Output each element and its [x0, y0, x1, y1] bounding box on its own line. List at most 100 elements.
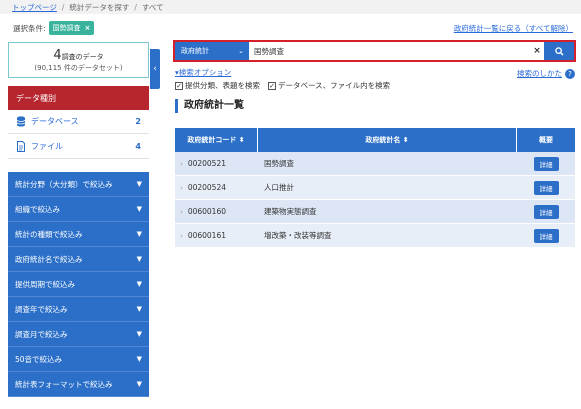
filter-list: 統計分野（大分類）で絞込み ▼ 組織で絞込み ▼ 統計の種類で絞込み ▼ 政府統計名で… [8, 172, 149, 397]
search-scope-select[interactable]: 政府統計 ⌄ [175, 42, 249, 60]
checkbox-label: データベース、ファイル内を検索 [278, 81, 391, 90]
filter-item-statistics-type[interactable]: 統計の種類で絞込み ▼ [8, 222, 149, 247]
clear-icon[interactable]: × [530, 42, 544, 60]
table-row[interactable]: › 00600160 建築物実態調査 詳細 [175, 200, 575, 224]
filter-item-kana[interactable]: 50音で絞込み ▼ [8, 347, 149, 372]
filter-item-category[interactable]: 統計分野（大分類）で絞込み ▼ [8, 172, 149, 197]
checkbox-label: 提供分類、表題を検索 [185, 81, 260, 90]
filter-label: 政府統計名で絞込み [15, 254, 83, 264]
table-row[interactable]: › 00200524 人口推計 詳細 [175, 176, 575, 200]
chevron-left-icon: ‹ [153, 64, 157, 74]
type-item-file[interactable]: ファイル 4 [8, 135, 149, 159]
breadcrumb-current: すべて [141, 2, 164, 12]
breadcrumb-home-link[interactable]: トップページ [12, 2, 57, 13]
breadcrumb-separator: / [134, 2, 137, 12]
filter-label: 統計の種類で絞込み [15, 229, 83, 239]
sidebar-collapse-button[interactable]: ‹ [150, 49, 160, 89]
result-count-box: 4調査のデータ (90,115 件のデータセット) [8, 42, 149, 78]
cell-code-value: 00600160 [187, 207, 226, 216]
page-title: 政府統計一覧 [175, 99, 244, 113]
header-code[interactable]: 政府統計コード ⬍ [175, 128, 258, 152]
condition-tag-label: 国勢調査 [52, 24, 81, 32]
chevron-down-icon: ▼ [136, 330, 142, 338]
back-to-list-link[interactable]: 政府統計一覧に戻る（すべて解除） [454, 23, 573, 34]
search-checkboxes: ✓ 提供分類、表題を検索 ✓ データベース、ファイル内を検索 [175, 80, 398, 91]
close-icon[interactable]: × [85, 24, 91, 32]
table-header: 政府統計コード ⬍ 政府統計名 ⬍ 概要 [175, 128, 575, 152]
table-row[interactable]: › 00200521 国勢調査 詳細 [175, 152, 575, 176]
result-count: 4調査のデータ [9, 48, 148, 63]
filter-item-cycle[interactable]: 提供周期で絞込み ▼ [8, 272, 149, 297]
cell-action: 詳細 [517, 152, 575, 175]
type-item-database[interactable]: データベース 2 [8, 110, 149, 134]
cell-code-value: 00600161 [187, 231, 226, 240]
search-scope-value: 政府統計 [181, 47, 209, 55]
cell-code-value: 00200521 [187, 159, 226, 168]
search-button[interactable] [544, 42, 574, 60]
checkbox-checked-icon: ✓ [175, 81, 183, 90]
cell-code: › 00200521 [175, 152, 258, 175]
filter-label: 50音で絞込み [15, 354, 63, 364]
filter-item-statistics-name[interactable]: 政府統計名で絞込み ▼ [8, 247, 149, 272]
chevron-down-icon: ▼ [136, 305, 142, 313]
filter-item-survey-month[interactable]: 調査月で絞込み ▼ [8, 322, 149, 347]
checkbox-search-title[interactable]: ✓ 提供分類、表題を検索 [175, 80, 260, 91]
table-row[interactable]: › 00600161 増改築・改装等調査 詳細 [175, 224, 575, 248]
caret-right-icon: › [180, 207, 183, 216]
condition-bar: 選択条件: 国勢調査 × 政府統計一覧に戻る（すべて解除） [0, 18, 581, 38]
chevron-down-icon: ⌄ [238, 47, 244, 55]
breadcrumb-separator: / [61, 2, 65, 12]
detail-button[interactable]: 詳細 [533, 156, 559, 171]
search-help-link[interactable]: 検索のしかた ? [517, 68, 575, 79]
type-item-label: ファイル [31, 142, 63, 151]
cell-code: › 00200524 [175, 176, 258, 199]
filter-item-survey-year[interactable]: 調査年で絞込み ▼ [8, 297, 149, 322]
data-type-heading: データ種別 [8, 86, 149, 110]
caret-right-icon: › [180, 159, 183, 168]
caret-right-icon: › [180, 231, 183, 240]
search-input[interactable] [249, 42, 530, 60]
chevron-down-icon: ▼ [136, 355, 142, 363]
result-count-unit: 調査のデータ [61, 53, 104, 61]
detail-button[interactable]: 詳細 [533, 228, 559, 243]
detail-button[interactable]: 詳細 [533, 204, 559, 219]
condition-tag[interactable]: 国勢調査 × [48, 21, 95, 35]
table-body: › 00200521 国勢調査 詳細 › 00200524 人口推計 詳細 › 006… [175, 152, 575, 248]
breadcrumb-search: 統計データを探す [69, 2, 130, 12]
cell-action: 詳細 [517, 224, 575, 247]
filter-item-format[interactable]: 統計表フォーマットで絞込み ▼ [8, 372, 149, 397]
cell-code: › 00600161 [175, 224, 258, 247]
filter-label: 統計分野（大分類）で絞込み [15, 179, 113, 189]
filter-label: 提供周期で絞込み [15, 279, 75, 289]
dataset-count: (90,115 件のデータセット) [34, 64, 123, 72]
filter-label: 組織で絞込み [15, 204, 60, 214]
search-options-link[interactable]: ▾検索オプション [175, 67, 231, 78]
database-icon [16, 116, 26, 127]
file-icon [16, 141, 26, 152]
cell-name: 増改築・改装等調査 [264, 231, 332, 240]
cell-name: 人口推計 [264, 183, 294, 192]
help-icon: ? [565, 68, 575, 79]
cell-code-value: 00200524 [187, 183, 226, 192]
checkbox-search-content[interactable]: ✓ データベース、ファイル内を検索 [268, 80, 390, 91]
checkbox-checked-icon: ✓ [268, 81, 276, 90]
type-item-count: 2 [135, 117, 141, 126]
statistics-table: 政府統計コード ⬍ 政府統計名 ⬍ 概要 › 00200521 国勢調査 詳細 ›… [175, 128, 575, 248]
cell-action: 詳細 [517, 176, 575, 199]
chevron-down-icon: ▼ [136, 230, 142, 238]
type-item-label: データベース [31, 117, 79, 126]
chevron-down-icon: ▼ [136, 380, 142, 388]
cell-name: 国勢調査 [264, 159, 294, 168]
caret-right-icon: › [180, 183, 183, 192]
header-name[interactable]: 政府統計名 ⬍ [258, 128, 517, 152]
filter-label: 統計表フォーマットで絞込み [15, 379, 113, 389]
search-help-label: 検索のしかた [517, 69, 562, 78]
chevron-down-icon: ▼ [136, 255, 142, 263]
detail-button[interactable]: 詳細 [533, 180, 559, 195]
cell-code: › 00600160 [175, 200, 258, 223]
cell-action: 詳細 [517, 200, 575, 223]
filter-item-organization[interactable]: 組織で絞込み ▼ [8, 197, 149, 222]
result-count-number: 4 [53, 48, 62, 63]
condition-label: 選択条件: [13, 23, 46, 33]
search-icon [554, 46, 564, 56]
